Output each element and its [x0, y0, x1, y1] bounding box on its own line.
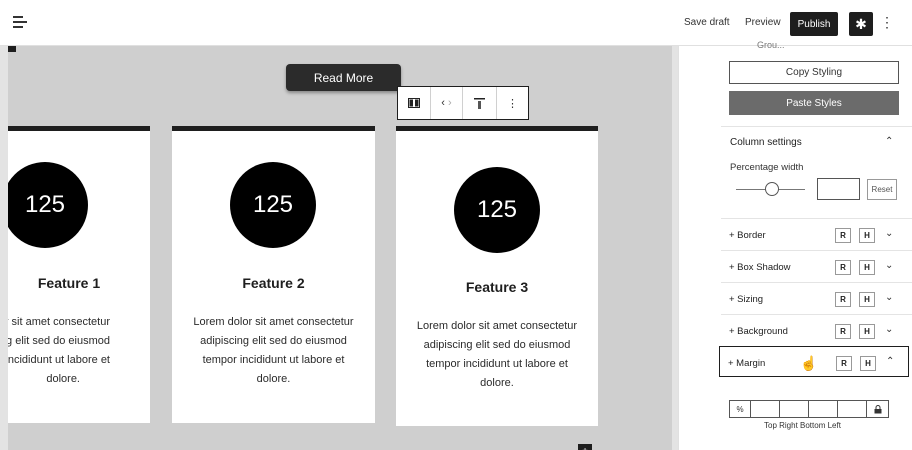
- margin-controls: %: [729, 400, 899, 418]
- editor-canvas: Read More ‹ › ⋮ 125 Feature 1 olor sit a…: [0, 46, 678, 450]
- divider: [721, 126, 912, 127]
- save-draft-button[interactable]: Save draft: [684, 17, 730, 28]
- feature-description: Lorem dolor sit amet consectetur adipisc…: [416, 320, 578, 389]
- add-block-icon[interactable]: +: [578, 444, 592, 450]
- slider-thumb[interactable]: [765, 182, 779, 196]
- number-circle: 125: [230, 162, 316, 248]
- margin-section[interactable]: + Margin ☝ R H ⌃: [719, 346, 909, 377]
- settings-sidebar: Grou... Copy Styling Paste Styles Column…: [678, 40, 912, 450]
- margin-left-input[interactable]: [838, 400, 867, 418]
- chevron-left-icon[interactable]: ‹: [441, 97, 445, 109]
- columns-icon[interactable]: [398, 87, 430, 119]
- chevron-up-icon[interactable]: ⌃: [885, 136, 893, 147]
- number-circle: 125: [454, 167, 540, 253]
- hamburger-menu-icon[interactable]: [13, 15, 29, 29]
- block-toolbar: ‹ › ⋮: [397, 86, 529, 120]
- chevron-down-icon[interactable]: ⌄: [885, 292, 893, 303]
- section-label: + Margin: [728, 358, 766, 369]
- column-settings-heading[interactable]: Column settings: [730, 137, 802, 148]
- box-shadow-section[interactable]: + Box Shadow R H ⌄: [721, 250, 912, 282]
- percentage-width-input[interactable]: [817, 178, 860, 200]
- more-options-icon[interactable]: ⋮: [496, 87, 528, 119]
- read-more-button[interactable]: Read More: [286, 64, 401, 91]
- hover-toggle[interactable]: H: [859, 228, 875, 243]
- responsive-toggle[interactable]: R: [835, 324, 851, 339]
- responsive-toggle[interactable]: R: [836, 356, 852, 371]
- reset-button[interactable]: Reset: [867, 179, 897, 200]
- chevron-right-icon[interactable]: ›: [448, 97, 452, 109]
- margin-top-input[interactable]: [751, 400, 780, 418]
- border-section[interactable]: + Border R H ⌄: [721, 218, 912, 250]
- section-label: + Box Shadow: [729, 262, 791, 273]
- chevron-down-icon[interactable]: ⌄: [885, 260, 893, 271]
- feature-description: olor sit amet consectetur cing elit sed …: [8, 316, 110, 385]
- background-section[interactable]: + Background R H ⌄: [721, 314, 912, 346]
- margin-side-labels: Top Right Bottom Left: [764, 421, 841, 430]
- paste-styles-button[interactable]: Paste Styles: [729, 91, 899, 115]
- feature-card-3[interactable]: 125 Feature 3 Lorem dolor sit amet conse…: [396, 126, 598, 426]
- feature-description: Lorem dolor sit amet consectetur adipisc…: [193, 316, 354, 385]
- margin-bottom-input[interactable]: [809, 400, 838, 418]
- gear-icon[interactable]: ✱: [849, 12, 873, 36]
- margin-right-input[interactable]: [780, 400, 809, 418]
- clipped-text-fragment: [8, 46, 16, 52]
- section-label: + Background: [729, 326, 788, 337]
- responsive-toggle[interactable]: R: [835, 228, 851, 243]
- move-arrows[interactable]: ‹ ›: [430, 87, 462, 119]
- chevron-down-icon[interactable]: ⌄: [885, 324, 893, 335]
- number-circle: 125: [8, 162, 88, 248]
- hover-toggle[interactable]: H: [859, 292, 875, 307]
- percentage-width-label: Percentage width: [730, 162, 804, 173]
- section-label: + Sizing: [729, 294, 764, 305]
- unit-selector[interactable]: %: [729, 400, 751, 418]
- lock-icon[interactable]: [867, 400, 889, 418]
- pointer-hand-icon: ☝: [800, 355, 818, 371]
- feature-title: Feature 1: [37, 275, 101, 291]
- feature-card-1[interactable]: 125 Feature 1 olor sit amet consectetur …: [8, 126, 150, 423]
- feature-title: Feature 2: [242, 275, 305, 291]
- copy-styling-button[interactable]: Copy Styling: [729, 61, 899, 84]
- feature-title: Feature 3: [465, 279, 529, 295]
- hover-toggle[interactable]: H: [859, 324, 875, 339]
- preview-button[interactable]: Preview: [745, 17, 781, 28]
- vertical-ellipsis-icon[interactable]: ⋮: [880, 14, 894, 31]
- section-label: + Border: [729, 230, 766, 241]
- hover-toggle[interactable]: H: [860, 356, 876, 371]
- hover-toggle[interactable]: H: [859, 260, 875, 275]
- responsive-toggle[interactable]: R: [835, 260, 851, 275]
- sizing-section[interactable]: + Sizing R H ⌄: [721, 282, 912, 314]
- publish-button[interactable]: Publish: [790, 12, 838, 36]
- feature-card-2[interactable]: 125 Feature 2 Lorem dolor sit amet conse…: [172, 126, 375, 423]
- responsive-toggle[interactable]: R: [835, 292, 851, 307]
- chevron-up-icon[interactable]: ⌃: [886, 356, 894, 367]
- align-top-icon[interactable]: [462, 87, 496, 119]
- clipped-label: Grou...: [757, 40, 785, 50]
- chevron-down-icon[interactable]: ⌄: [885, 228, 893, 239]
